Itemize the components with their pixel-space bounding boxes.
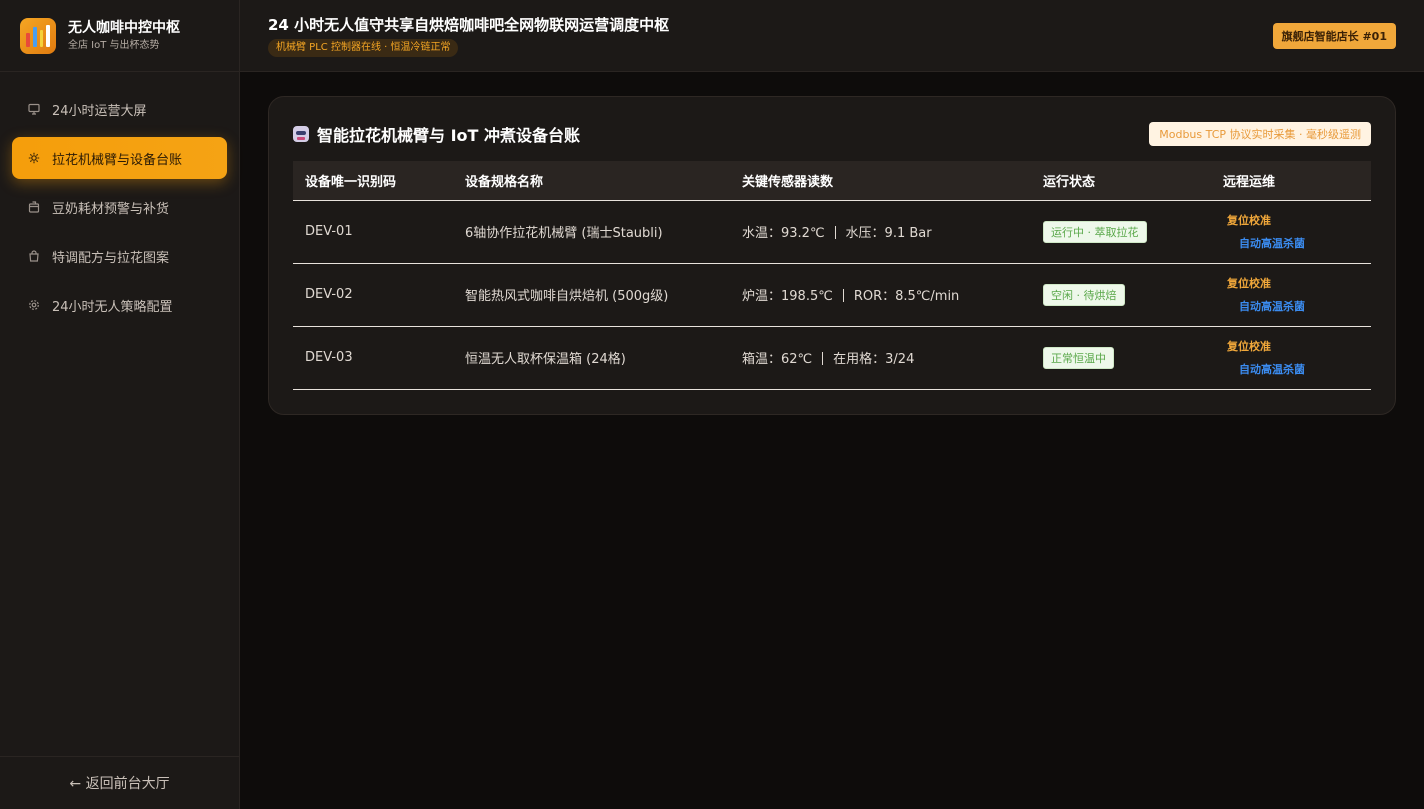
table-row: DEV-03 恒温无人取杯保温箱 (24格) 箱温：62℃ 在用格：3/24 正常… — [293, 326, 1371, 390]
table-row: DEV-01 6轴协作拉花机械臂 (瑞士Staubli) 水温：93.2℃ 水压：… — [293, 200, 1371, 264]
store-manager-badge[interactable]: 旗舰店智能店长 #01 — [1272, 22, 1396, 49]
bag-icon — [28, 250, 40, 262]
column-header: 运行状态 — [1031, 161, 1211, 201]
sidebar-item-supplies[interactable]: 豆奶耗材预警与补货 — [12, 186, 227, 228]
sensor-readings: 箱温：62℃ 在用格：3/24 — [730, 326, 1031, 390]
reading-primary: 箱温：62℃ — [742, 352, 813, 367]
status-badge: 运行中 · 萃取拉花 — [1043, 220, 1147, 243]
reset-calibrate-link[interactable]: 复位校准 — [1227, 272, 1359, 295]
status-cell: 运行中 · 萃取拉花 — [1031, 200, 1211, 264]
back-to-lobby-link[interactable]: ← 返回前台大厅 — [0, 756, 239, 809]
status-cell: 空闲 · 待烘焙 — [1031, 263, 1211, 327]
brand-subtitle: 全店 IoT 与出杯态势 — [68, 39, 160, 51]
divider — [834, 226, 836, 239]
device-name: 智能热风式咖啡自烘焙机 (500g级) — [453, 263, 730, 327]
column-header: 设备唯一识别码 — [293, 161, 453, 201]
reset-calibrate-link[interactable]: 复位校准 — [1227, 335, 1359, 358]
sensor-readings: 水温：93.2℃ 水压：9.1 Bar — [730, 200, 1031, 264]
sidebar-item-strategy[interactable]: 24小时无人策略配置 — [12, 284, 227, 326]
settings-icon — [28, 299, 40, 311]
table-header-row: 设备唯一识别码 设备规格名称 关键传感器读数 运行状态 远程运维 — [293, 161, 1371, 201]
reading-secondary: 在用格：3/24 — [833, 352, 915, 367]
reading-secondary: 水压：9.1 Bar — [845, 226, 932, 241]
device-table: 设备唯一识别码 设备规格名称 关键传感器读数 运行状态 远程运维 DEV-01 … — [293, 161, 1371, 390]
reset-calibrate-link[interactable]: 复位校准 — [1227, 209, 1359, 232]
auto-sterilize-link[interactable]: 自动高温杀菌 — [1239, 358, 1359, 381]
device-id: DEV-01 — [293, 200, 453, 264]
sidebar-item-label: 24小时运营大屏 — [52, 103, 147, 119]
sidebar-item-dashboard[interactable]: 24小时运营大屏 — [12, 88, 227, 130]
ops-cell: 复位校准 自动高温杀菌 — [1211, 326, 1371, 390]
main: 24 小时无人值守共享自烘焙咖啡吧全网物联网运营调度中枢 机械臂 PLC 控制器… — [240, 0, 1424, 809]
sidebar-item-label: 特调配方与拉花图案 — [52, 250, 170, 266]
status-badge: 正常恒温中 — [1043, 346, 1114, 369]
sidebar-item-label: 豆奶耗材预警与补货 — [52, 201, 170, 217]
logo-bar — [39, 29, 44, 47]
ops-cell: 复位校准 自动高温杀菌 — [1211, 263, 1371, 327]
ops-cell: 复位校准 自动高温杀菌 — [1211, 200, 1371, 264]
reading-secondary: ROR：8.5℃/min — [853, 289, 960, 304]
column-header: 远程运维 — [1211, 161, 1371, 201]
device-id: DEV-03 — [293, 326, 453, 390]
divider — [822, 352, 824, 365]
topbar: 24 小时无人值守共享自烘焙咖啡吧全网物联网运营调度中枢 机械臂 PLC 控制器… — [240, 0, 1424, 72]
sidebar: 无人咖啡中控中枢 全店 IoT 与出杯态势 24小时运营大屏 拉花机械臂与设备台… — [0, 0, 240, 809]
sidebar-item-devices[interactable]: 拉花机械臂与设备台账 — [12, 137, 227, 179]
topbar-left: 24 小时无人值守共享自烘焙咖啡吧全网物联网运营调度中枢 机械臂 PLC 控制器… — [268, 15, 669, 57]
card-title: 智能拉花机械臂与 IoT 冲煮设备台账 — [317, 126, 581, 145]
app-root: 无人咖啡中控中枢 全店 IoT 与出杯态势 24小时运营大屏 拉花机械臂与设备台… — [0, 0, 1424, 809]
reading-primary: 水温：93.2℃ — [742, 226, 825, 241]
content: 智能拉花机械臂与 IoT 冲煮设备台账 Modbus TCP 协议实时采集 · … — [240, 72, 1424, 439]
app-logo-icon — [20, 17, 56, 54]
card-header: 智能拉花机械臂与 IoT 冲煮设备台账 Modbus TCP 协议实时采集 · … — [293, 121, 1371, 147]
divider — [842, 289, 844, 302]
page-title: 24 小时无人值守共享自烘焙咖啡吧全网物联网运营调度中枢 — [268, 15, 670, 34]
logo-bar — [46, 24, 50, 47]
status-badge: 空闲 · 待烘焙 — [1043, 283, 1125, 306]
box-icon — [28, 201, 40, 213]
monitor-icon — [28, 103, 40, 115]
gear-icon — [28, 152, 40, 164]
sensor-readings: 炉温：198.5℃ ROR：8.5℃/min — [730, 263, 1031, 327]
brand-title: 无人咖啡中控中枢 — [68, 19, 180, 36]
column-header: 关键传感器读数 — [730, 161, 1031, 201]
sidebar-item-recipes[interactable]: 特调配方与拉花图案 — [12, 235, 227, 277]
status-cell: 正常恒温中 — [1031, 326, 1211, 390]
device-id: DEV-02 — [293, 263, 453, 327]
column-header: 设备规格名称 — [453, 161, 730, 201]
device-name: 6轴协作拉花机械臂 (瑞士Staubli) — [453, 200, 730, 264]
device-ledger-card: 智能拉花机械臂与 IoT 冲煮设备台账 Modbus TCP 协议实时采集 · … — [268, 96, 1396, 415]
protocol-badge: Modbus TCP 协议实时采集 · 毫秒级遥测 — [1149, 122, 1371, 146]
sidebar-item-label: 拉花机械臂与设备台账 — [52, 152, 183, 168]
brand-text: 无人咖啡中控中枢 全店 IoT 与出杯态势 — [68, 19, 180, 53]
robot-icon — [293, 126, 309, 142]
auto-sterilize-link[interactable]: 自动高温杀菌 — [1239, 295, 1359, 318]
sidebar-item-label: 24小时无人策略配置 — [52, 299, 173, 315]
card-title-wrap: 智能拉花机械臂与 IoT 冲煮设备台账 — [293, 122, 580, 146]
brand: 无人咖啡中控中枢 全店 IoT 与出杯态势 — [0, 0, 239, 72]
system-status-badge: 机械臂 PLC 控制器在线 · 恒温冷链正常 — [268, 38, 459, 57]
auto-sterilize-link[interactable]: 自动高温杀菌 — [1239, 232, 1359, 255]
device-name: 恒温无人取杯保温箱 (24格) — [453, 326, 730, 390]
reading-primary: 炉温：198.5℃ — [742, 289, 833, 304]
logo-bar — [26, 32, 30, 47]
logo-bar — [32, 26, 37, 47]
sidebar-nav: 24小时运营大屏 拉花机械臂与设备台账 豆奶耗材预警与补货 特调配方与拉花图案 — [0, 72, 239, 349]
table-row: DEV-02 智能热风式咖啡自烘焙机 (500g级) 炉温：198.5℃ ROR：… — [293, 263, 1371, 327]
